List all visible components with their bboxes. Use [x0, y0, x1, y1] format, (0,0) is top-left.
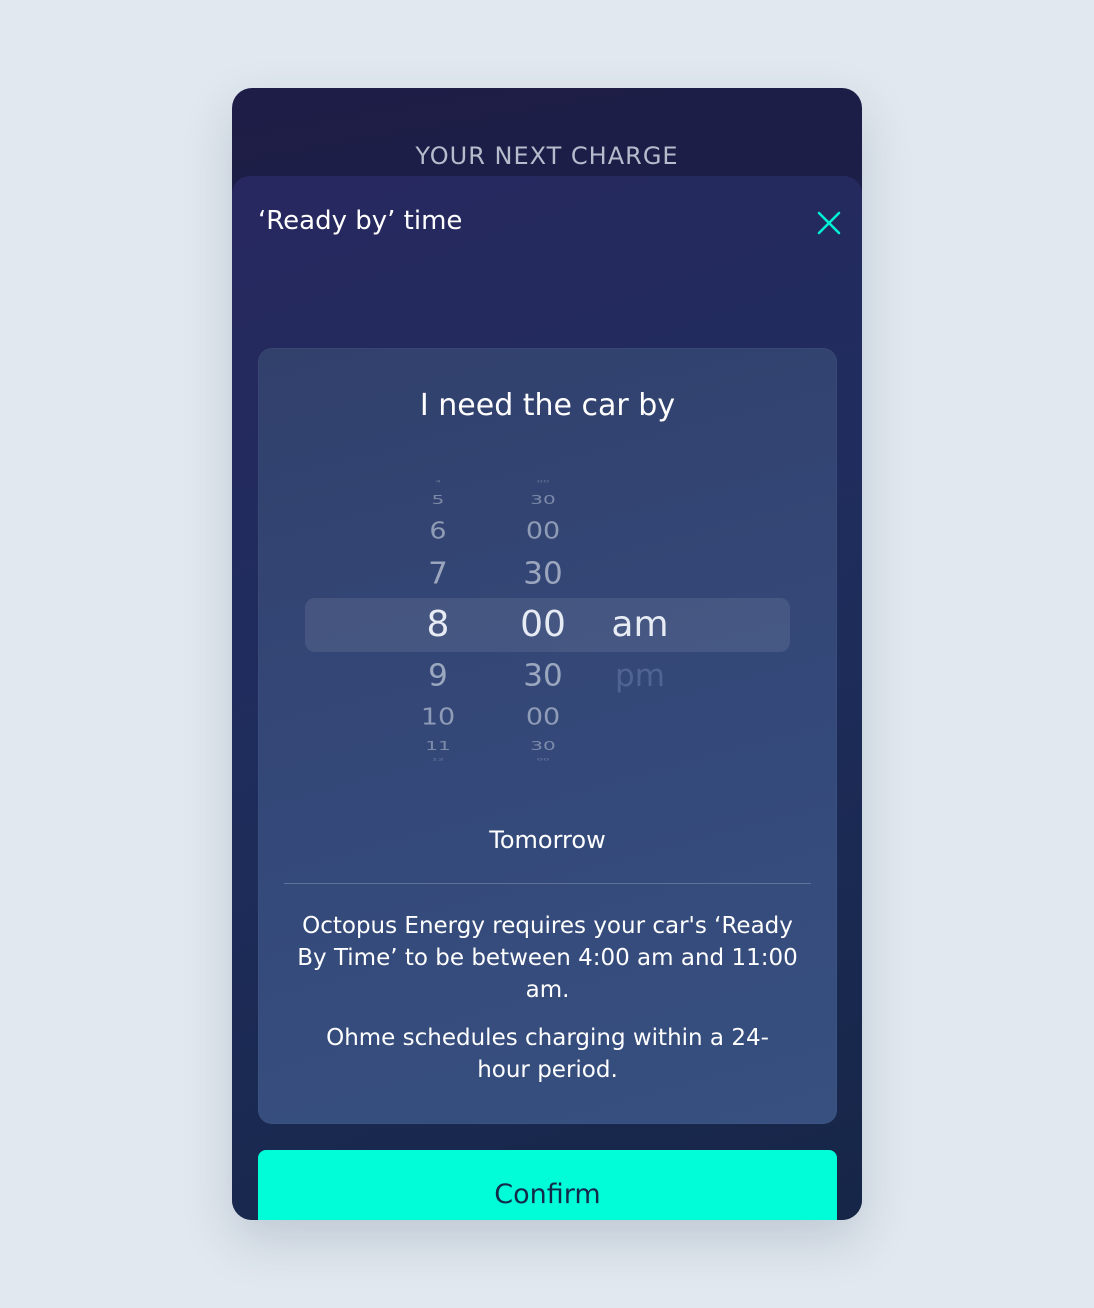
hour-option[interactable]: 5	[398, 493, 478, 507]
minute-selected[interactable]: 00	[503, 604, 583, 645]
minute-option[interactable]: 30	[503, 739, 583, 753]
hour-option[interactable]: 12	[398, 758, 478, 762]
minute-option[interactable]: 30	[503, 493, 583, 507]
minute-wheel[interactable]: 00 30 00 30 00 30 00 30 00	[503, 478, 583, 768]
close-button[interactable]	[816, 210, 842, 236]
ready-by-card: I need the car by 4 5 6 7 8 9 10 11 12 00 30 00 30 0…	[258, 348, 837, 1124]
supplier-requirement-note: Octopus Energy requires your car's ‘Read…	[297, 913, 798, 1003]
period-option[interactable]: pm	[600, 658, 680, 694]
ampm-wheel[interactable]: am pm	[600, 478, 680, 768]
hour-selected[interactable]: 8	[398, 604, 478, 645]
minute-option[interactable]: 00	[503, 758, 583, 762]
card-title: I need the car by	[419, 388, 676, 423]
day-label: Tomorrow	[489, 826, 606, 854]
page-title: YOUR NEXT CHARGE	[415, 142, 679, 170]
hour-wheel[interactable]: 4 5 6 7 8 9 10 11 12	[398, 478, 478, 768]
hour-option[interactable]: 10	[398, 704, 478, 730]
phone-screen: YOUR NEXT CHARGE ‘Ready by’ time I need …	[232, 88, 862, 1220]
minute-option[interactable]: 30	[503, 557, 583, 592]
hour-option[interactable]: 7	[398, 557, 478, 592]
hour-option[interactable]: 4	[398, 480, 478, 484]
minute-option[interactable]: 00	[503, 704, 583, 730]
divider	[284, 883, 811, 884]
time-picker: 4 5 6 7 8 9 10 11 12 00 30 00 30 00 30 00 30 00 am pm	[258, 478, 837, 768]
ready-by-sheet: ‘Ready by’ time I need the car by 4 5 6 7 8 9…	[232, 176, 862, 1220]
schedule-info-note: Ohme schedules charging within a 24-hour…	[326, 1025, 769, 1083]
period-selected[interactable]: am	[600, 604, 680, 645]
hour-option[interactable]: 11	[398, 739, 478, 753]
hour-option[interactable]: 6	[398, 518, 478, 544]
minute-option[interactable]: 00	[503, 518, 583, 544]
confirm-button[interactable]: Confirm	[258, 1150, 837, 1220]
sheet-title: ‘Ready by’ time	[258, 206, 463, 236]
hour-option[interactable]: 9	[398, 659, 478, 694]
minute-option[interactable]: 00	[503, 480, 583, 484]
minute-option[interactable]: 30	[503, 659, 583, 694]
close-icon	[817, 211, 841, 235]
